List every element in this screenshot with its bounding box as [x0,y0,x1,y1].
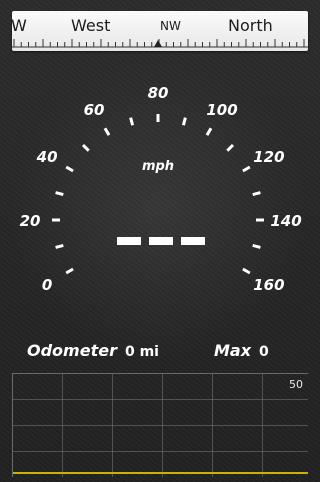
gauge-label-140: 140 [270,212,301,230]
gauge-label-80: 80 [148,84,169,102]
speed-history-line [13,472,308,474]
gauge-tick [242,165,251,173]
compass-label-north: North [228,16,273,35]
speed-dash [149,237,173,245]
speed-dash [181,237,205,245]
graph-max-label: 50 [289,378,303,391]
gauge-label-100: 100 [206,101,237,119]
gauge-tick [226,143,235,152]
gauge-tick [55,243,64,249]
gauge-label-160: 160 [253,276,284,294]
speed-digital-readout [117,237,205,245]
compass-strip: W West NW North [12,11,308,51]
gauge-tick [252,191,261,197]
gauge-tick [129,117,135,126]
gauge-tick [65,267,74,275]
gauge-tick [81,143,90,152]
gauge-label-20: 20 [20,212,41,230]
odometer-label: Odometer [27,341,117,360]
gauge-label-60: 60 [84,101,105,119]
max-label: Max [214,341,252,360]
heading-pointer-icon [154,40,162,47]
gauge-tick-marks [52,114,264,275]
speed-dash [117,237,141,245]
gauge-label-0: 0 [42,276,52,294]
gauge-tick [252,243,261,249]
max-value: 0 [259,344,269,360]
max-speed-readout: Max 0 [214,341,269,363]
gauge-label-40: 40 [36,148,58,166]
odometer-value: 0 mi [124,344,159,360]
gauge-tick [181,117,187,126]
gauge-scale-labels: 0 20 40 60 80 100 120 140 160 [20,84,302,294]
speed-unit-label: mph [142,159,174,174]
gauge-tick [65,165,74,173]
speedometer-gauge: 0 20 40 60 80 100 120 140 160 mph [20,84,302,294]
gauge-tick [103,127,111,136]
gauge-tick [242,267,251,275]
gauge-tick [205,127,213,136]
compass-label-nw: NW [160,19,181,33]
gauge-tick [55,191,64,197]
speed-history-graph: 50 [12,373,308,477]
compass-label-west: West [71,16,111,35]
compass-label-w: W [12,16,27,35]
gauge-label-120: 120 [253,148,284,166]
odometer-readout: Odometer 0 mi [27,341,159,363]
